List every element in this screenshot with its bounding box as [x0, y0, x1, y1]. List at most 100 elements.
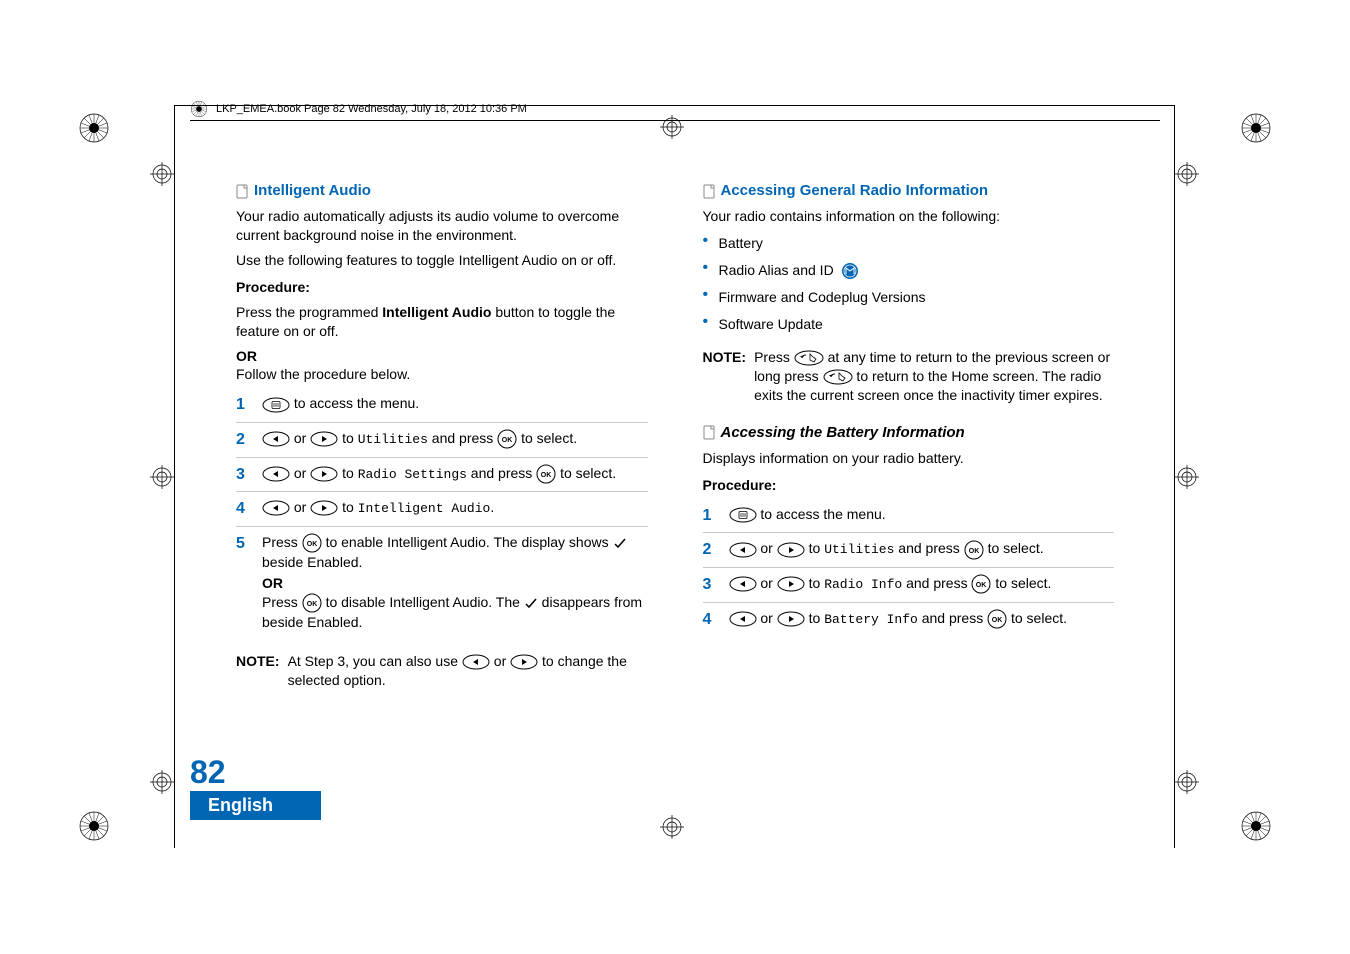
document-icon [236, 184, 248, 199]
step-row: 5 Press to enable Intelligent Audio. The… [236, 527, 648, 638]
step-row: 4 or to Battery Info and press to select… [703, 603, 1115, 637]
steps-list: 1 to access the menu. 2 or to Utilities … [703, 499, 1115, 636]
body-text: Press the programmed Intelligent Audio b… [236, 303, 648, 341]
or-label: OR [236, 347, 648, 366]
button-name-text: Intelligent Audio [382, 304, 491, 320]
left-nav-icon [729, 576, 757, 592]
step-row: 2 or to Utilities and press to select. [236, 423, 648, 458]
ok-button-icon [536, 464, 556, 484]
page-content: LKP_EMEA.book Page 82 Wednesday, July 18… [190, 100, 1160, 820]
step-body: to access the menu. [729, 505, 1115, 524]
text-fragment: to enable Intelligent Audio. The display… [322, 534, 613, 550]
steps-list: 1 to access the menu. 2 or to Utilities … [236, 388, 648, 638]
back-button-icon [794, 350, 824, 366]
ok-button-icon [971, 574, 991, 594]
header-text: LKP_EMEA.book Page 82 Wednesday, July 18… [216, 103, 527, 115]
step-number: 4 [236, 498, 250, 520]
crop-line-left [174, 105, 175, 848]
color-wheel-icon [78, 810, 110, 842]
note-label: NOTE: [236, 652, 280, 690]
ok-button-icon [987, 609, 1007, 629]
text-fragment: and press [894, 540, 963, 556]
left-nav-icon [262, 500, 290, 516]
menu-item-text: Battery Info [824, 612, 918, 627]
color-wheel-icon [78, 112, 110, 144]
text-fragment: or [490, 653, 510, 669]
color-wheel-icon [1240, 112, 1272, 144]
list-item: Software Update [703, 315, 1115, 334]
color-wheel-icon [190, 100, 208, 118]
left-nav-icon [729, 611, 757, 627]
step-body: or to Battery Info and press to select. [729, 609, 1115, 629]
registration-mark-icon [150, 770, 174, 794]
registration-mark-icon [150, 465, 174, 489]
text-fragment: Press [262, 594, 302, 610]
language-label: English [190, 791, 321, 820]
menu-item-text: Utilities [358, 432, 428, 447]
text-fragment: and press [467, 465, 536, 481]
list-item: Battery [703, 234, 1115, 253]
text-fragment: to select. [517, 430, 577, 446]
body-text: Displays information on your radio batte… [703, 449, 1115, 468]
step-row: 4 or to Intelligent Audio. [236, 492, 648, 527]
page-number: 82 [190, 754, 321, 791]
left-nav-icon [262, 431, 290, 447]
note-block: NOTE: At Step 3, you can also use or to … [236, 652, 648, 690]
body-text: Your radio automatically adjusts its aud… [236, 207, 648, 245]
step-number: 4 [703, 609, 717, 631]
body-text: Use the following features to toggle Int… [236, 251, 648, 270]
note-block: NOTE: Press at any time to return to the… [703, 348, 1115, 405]
text-fragment: to select. [984, 540, 1044, 556]
note-label: NOTE: [703, 348, 747, 405]
step-number: 2 [236, 429, 250, 451]
info-list: Battery Radio Alias and ID Firmware and … [703, 234, 1115, 334]
menu-button-icon [729, 507, 757, 523]
step-body: or to Radio Info and press to select. [729, 574, 1115, 594]
column-left: Intelligent Audio Your radio automatical… [190, 181, 648, 690]
page-header: LKP_EMEA.book Page 82 Wednesday, July 18… [190, 100, 1160, 121]
back-button-icon [823, 369, 853, 385]
note-text: Press at any time to return to the previ… [754, 348, 1114, 405]
step-number: 2 [703, 539, 717, 561]
color-wheel-icon [1240, 810, 1272, 842]
right-nav-icon [777, 576, 805, 592]
right-nav-icon [310, 500, 338, 516]
document-icon [703, 425, 715, 440]
step-number: 3 [236, 464, 250, 486]
check-icon [613, 537, 627, 549]
check-icon [524, 597, 538, 609]
text-fragment: Press the programmed [236, 304, 382, 320]
step-body: to access the menu. [262, 394, 648, 413]
procedure-label: Procedure: [703, 476, 1115, 495]
left-nav-icon [729, 542, 757, 558]
ok-button-icon [302, 533, 322, 553]
text-fragment: to disable Intelligent Audio. The [322, 594, 524, 610]
right-nav-icon [310, 431, 338, 447]
right-nav-icon [777, 542, 805, 558]
list-item-label: Radio Alias and ID [719, 262, 834, 278]
ok-button-icon [302, 593, 322, 613]
text-fragment: and press [428, 430, 497, 446]
text-fragment: to select. [556, 465, 616, 481]
procedure-label: Procedure: [236, 278, 648, 297]
text-fragment: or [290, 465, 310, 481]
left-nav-icon [462, 654, 490, 670]
text-fragment: to access the menu. [757, 506, 886, 522]
text-fragment: or [757, 610, 777, 626]
step-row: 1 to access the menu. [703, 499, 1115, 534]
text-fragment: or [290, 430, 310, 446]
ok-button-icon [497, 429, 517, 449]
step-number: 3 [703, 574, 717, 596]
page-footer: 82 English [190, 754, 321, 820]
step-row: 3 or to Radio Settings and press to sele… [236, 458, 648, 493]
right-nav-icon [777, 611, 805, 627]
step-body: or to Radio Settings and press to select… [262, 464, 648, 484]
ok-button-icon [964, 540, 984, 560]
step-number: 1 [236, 394, 250, 416]
text-fragment: to [338, 499, 357, 515]
step-body: Press to enable Intelligent Audio. The d… [262, 533, 648, 632]
text-fragment: and press [902, 575, 971, 591]
text-fragment: to access the menu. [290, 395, 419, 411]
list-item-label: Firmware and Codeplug Versions [719, 289, 926, 305]
section-title-intelligent-audio: Intelligent Audio [254, 181, 371, 201]
